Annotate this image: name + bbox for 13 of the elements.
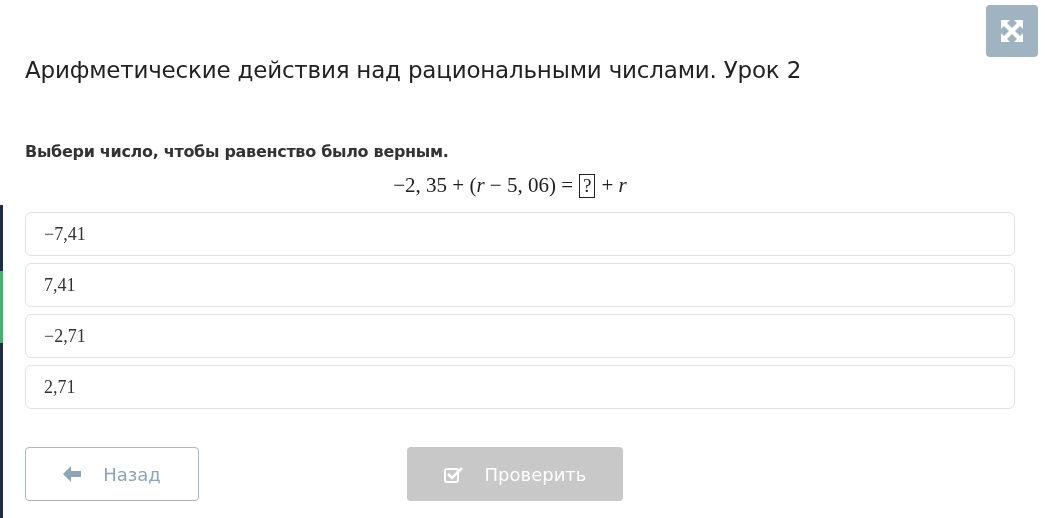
answer-option[interactable]: 2,71 — [25, 365, 1015, 409]
expand-icon — [999, 18, 1025, 44]
question-text: Выбери число, чтобы равенство было верным. — [25, 142, 450, 161]
answer-option[interactable]: −7,41 — [25, 212, 1015, 256]
arrow-left-icon — [63, 466, 82, 482]
answer-option[interactable]: −2,71 — [25, 314, 1015, 358]
answer-placeholder-box: ? — [579, 173, 596, 198]
answer-option[interactable]: 7,41 — [25, 263, 1015, 307]
equation-text: −2, 35 + (r − 5, 06) = — [393, 173, 574, 198]
equation-text: + r — [601, 173, 627, 198]
lesson-title: Арифметические действия над рациональными числами. Урок 2 — [25, 56, 803, 85]
checkbox-icon — [443, 465, 463, 483]
fullscreen-button[interactable] — [986, 5, 1038, 57]
